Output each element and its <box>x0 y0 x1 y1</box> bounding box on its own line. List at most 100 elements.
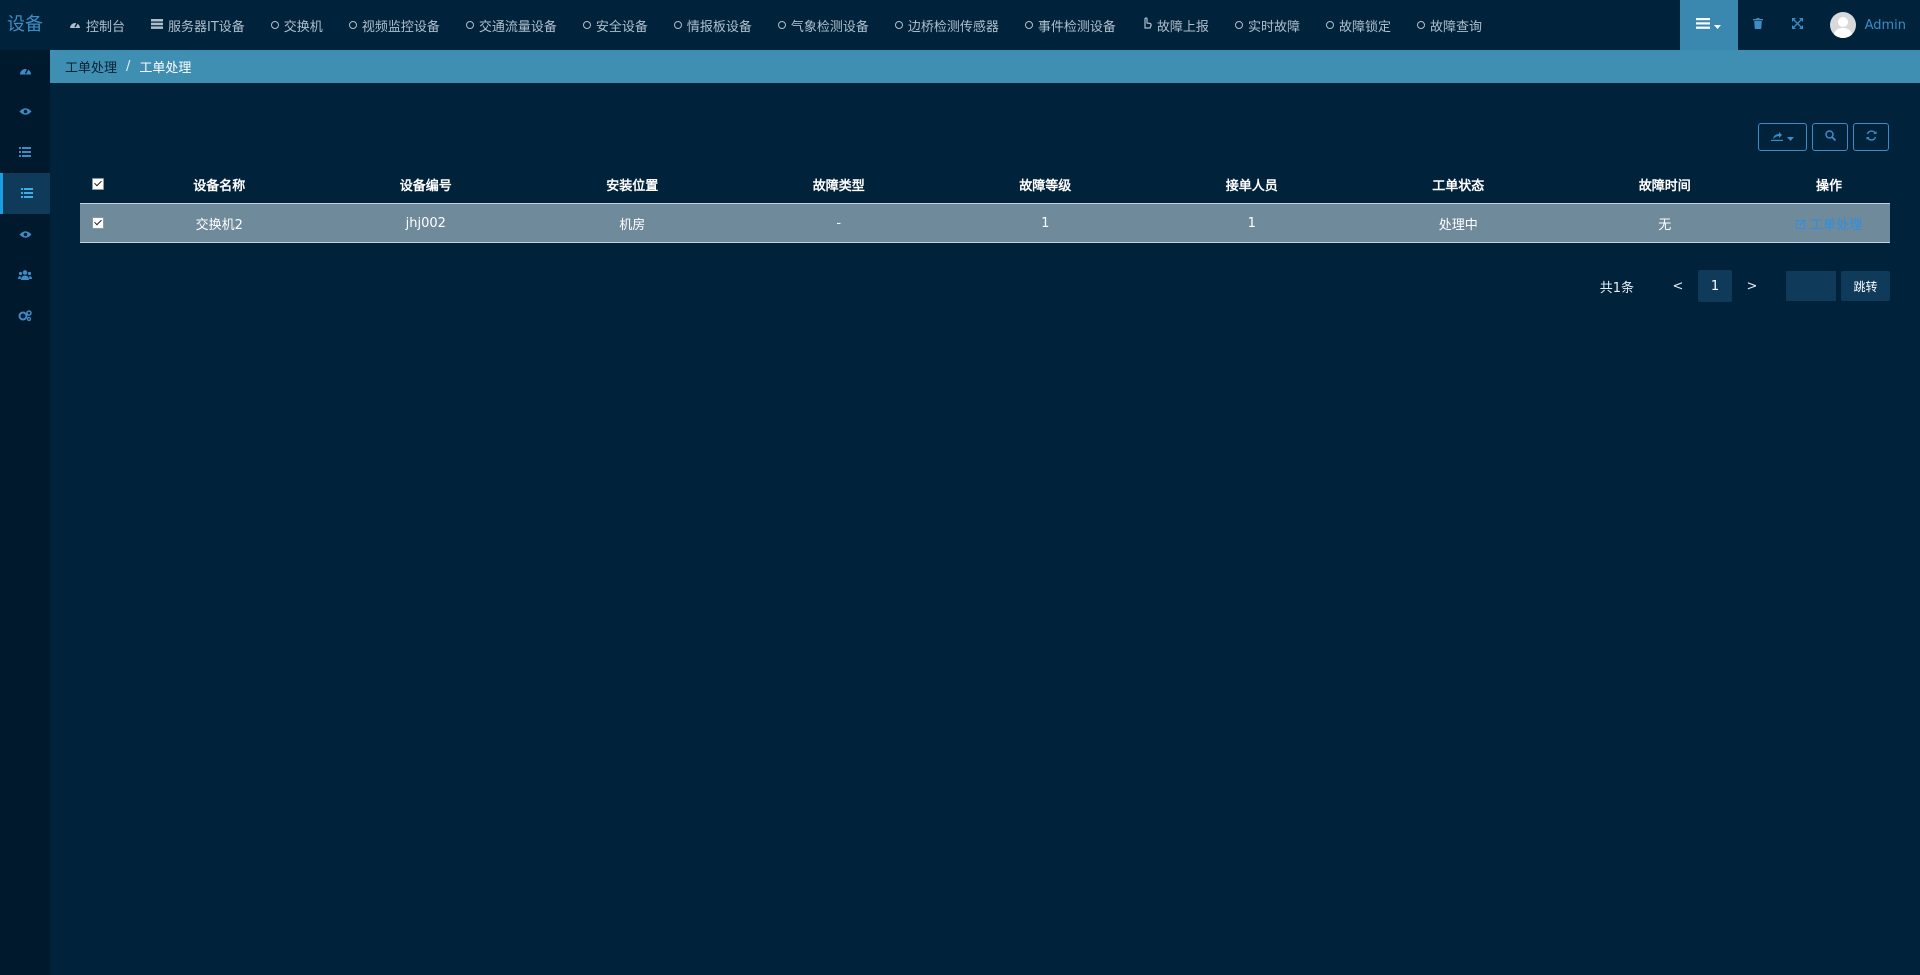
sidebar-item-work-order[interactable] <box>0 173 50 214</box>
export-icon <box>1771 130 1783 144</box>
nav-item-label: 视频监控设备 <box>361 19 440 35</box>
refresh-icon <box>1866 130 1877 144</box>
menu-dropdown-button[interactable] <box>1679 0 1738 50</box>
next-page-button[interactable]: > <box>1732 279 1772 294</box>
nav-item-info-board[interactable]: 情报板设备 <box>661 0 765 50</box>
breadcrumb-separator: / <box>126 59 131 74</box>
sidebar-item-monitor[interactable] <box>0 214 50 255</box>
col-order-status[interactable]: 工单状态 <box>1355 165 1562 204</box>
sidebar-item-settings[interactable] <box>0 296 50 337</box>
circle-icon <box>1416 21 1425 29</box>
caret-down-icon <box>1787 130 1794 144</box>
circle-icon <box>270 21 279 29</box>
prev-page-button[interactable]: < <box>1658 279 1698 294</box>
fullscreen-button[interactable] <box>1778 0 1818 50</box>
nav-item-label: 气象检测设备 <box>790 19 869 35</box>
nav-item-fault-report[interactable]: 故障上报 <box>1129 0 1222 50</box>
nav-item-fault-lock[interactable]: 故障锁定 <box>1313 0 1404 50</box>
nav-item-realtime-fault[interactable]: 实时故障 <box>1222 0 1313 50</box>
cell-location: 机房 <box>619 217 646 233</box>
circle-icon <box>1234 21 1243 29</box>
app-logo[interactable]: 设备 <box>0 0 50 50</box>
cell-actions: 工单处理 <box>1768 204 1890 243</box>
nav-item-fault-query[interactable]: 故障查询 <box>1404 0 1495 50</box>
circle-icon <box>673 21 682 29</box>
nav-item-dashboard[interactable]: 控制台 <box>56 0 138 50</box>
eye-icon <box>19 105 32 119</box>
nav-item-security[interactable]: 安全设备 <box>570 0 661 50</box>
cell-fault-time: 无 <box>1658 217 1672 233</box>
user-name: Admin <box>1864 17 1906 33</box>
nav-item-video[interactable]: 视频监控设备 <box>336 0 453 50</box>
col-device-name[interactable]: 设备名称 <box>116 165 323 204</box>
sidebar-item-view[interactable] <box>0 91 50 132</box>
pagination-total: 共1条 <box>1599 280 1634 296</box>
clear-cache-button[interactable] <box>1738 0 1778 50</box>
server-icon <box>151 18 164 33</box>
pagination: 共1条 < 1 > 跳转 <box>1600 270 1890 302</box>
cell-fault-type: - <box>836 215 842 231</box>
sidebar <box>0 50 50 975</box>
nav-item-server[interactable]: 服务器IT设备 <box>138 0 258 50</box>
nav-item-bridge-sensor[interactable]: 边桥检测传感器 <box>882 0 1012 50</box>
sidebar-item-dashboard[interactable] <box>0 50 50 91</box>
avatar <box>1829 12 1856 38</box>
circle-icon <box>1325 21 1334 29</box>
nav-item-weather[interactable]: 气象检测设备 <box>765 0 882 50</box>
nav-item-label: 实时故障 <box>1247 19 1300 35</box>
col-assignee[interactable]: 接单人员 <box>1149 165 1356 204</box>
nav-item-event-detect[interactable]: 事件检测设备 <box>1012 0 1129 50</box>
col-actions: 操作 <box>1815 178 1842 194</box>
cell-fault-level: 1 <box>1041 215 1050 231</box>
cogs-icon <box>18 309 32 324</box>
users-icon <box>18 269 32 283</box>
nav-item-label: 安全设备 <box>595 19 648 35</box>
eye-icon <box>19 228 32 242</box>
circle-icon <box>582 21 591 29</box>
table-row[interactable]: 交换机2 jhj002 机房 - 1 1 处理中 无 工单处理 <box>80 203 1890 243</box>
col-fault-time[interactable]: 故障时间 <box>1562 165 1769 204</box>
col-fault-level[interactable]: 故障等级 <box>942 165 1149 204</box>
nav-item-label: 故障查询 <box>1429 19 1482 35</box>
nav-item-label: 服务器IT设备 <box>168 19 245 35</box>
refresh-button[interactable] <box>1853 123 1889 151</box>
col-fault-type[interactable]: 故障类型 <box>736 165 943 204</box>
nav-item-label: 控制台 <box>86 19 126 35</box>
caret-down-icon <box>1714 18 1722 33</box>
fullscreen-icon <box>1792 17 1804 33</box>
breadcrumb-current: 工单处理 <box>139 61 192 76</box>
select-all-checkbox[interactable] <box>92 178 104 190</box>
user-menu[interactable]: Admin <box>1818 0 1920 50</box>
row-select-cell <box>80 204 116 243</box>
breadcrumb-parent[interactable]: 工单处理 <box>65 57 117 76</box>
sidebar-item-list[interactable] <box>0 132 50 173</box>
jump-page-button[interactable]: 跳转 <box>1841 271 1890 301</box>
row-checkbox[interactable] <box>92 217 104 229</box>
process-order-label: 工单处理 <box>1810 217 1863 233</box>
circle-icon <box>1024 21 1033 29</box>
jump-page-input[interactable] <box>1786 271 1836 301</box>
process-order-link[interactable]: 工单处理 <box>1795 217 1863 233</box>
search-button[interactable] <box>1812 123 1848 151</box>
nav-item-switch[interactable]: 交换机 <box>258 0 336 50</box>
col-location[interactable]: 安装位置 <box>529 165 736 204</box>
sidebar-item-users[interactable] <box>0 255 50 296</box>
nav-item-traffic[interactable]: 交通流量设备 <box>453 0 570 50</box>
page-number-current[interactable]: 1 <box>1698 270 1732 302</box>
top-right-tools: Admin <box>1679 0 1920 50</box>
nav-item-label: 故障锁定 <box>1338 19 1391 35</box>
hand-pointer-icon <box>1142 17 1152 33</box>
breadcrumb: 工单处理 / 工单处理 <box>50 50 1920 83</box>
circle-icon <box>777 21 786 29</box>
col-device-code[interactable]: 设备编号 <box>323 165 530 204</box>
export-dropdown-button[interactable] <box>1758 123 1807 151</box>
list-icon <box>20 187 33 201</box>
nav-item-label: 事件检测设备 <box>1037 19 1116 35</box>
dashboard-icon <box>19 64 32 78</box>
list-icon <box>19 146 31 160</box>
trash-icon <box>1752 17 1763 33</box>
cell-order-status: 处理中 <box>1438 217 1478 233</box>
list-icon <box>1696 17 1711 33</box>
cell-assignee: 1 <box>1247 215 1256 231</box>
circle-icon <box>348 21 357 29</box>
